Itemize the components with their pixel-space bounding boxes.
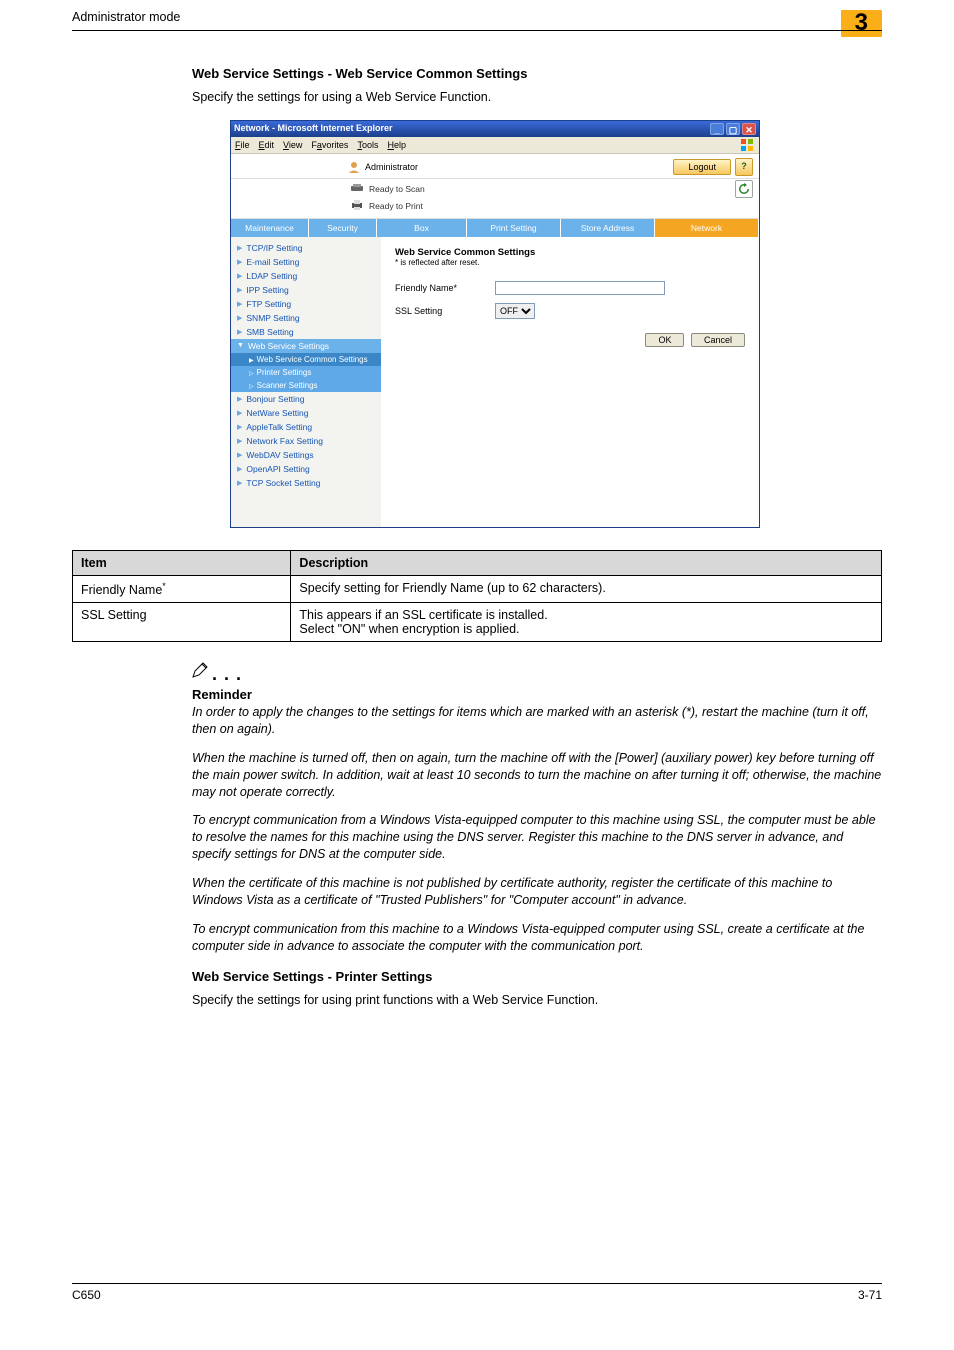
admin-icon bbox=[347, 160, 361, 174]
menu-edit[interactable]: Edit bbox=[259, 140, 275, 150]
sidebar-item-appletalk[interactable]: ▶AppleTalk Setting bbox=[231, 420, 381, 434]
status-scan: Ready to Scan bbox=[369, 184, 425, 194]
reminder-dots: . . . bbox=[212, 664, 242, 685]
sidebar-item-ipp[interactable]: ▶IPP Setting bbox=[231, 283, 381, 297]
side-panel: ▶TCP/IP Setting ▶E-mail Setting ▶LDAP Se… bbox=[231, 237, 381, 527]
menu-file[interactable]: File bbox=[235, 140, 250, 150]
ssl-label: SSL Setting bbox=[395, 306, 495, 316]
menu-view[interactable]: View bbox=[283, 140, 302, 150]
window-title: Network - Microsoft Internet Explorer bbox=[234, 123, 393, 135]
sidebar-item-netware[interactable]: ▶NetWare Setting bbox=[231, 406, 381, 420]
section-intro-1: Specify the settings for using a Web Ser… bbox=[192, 89, 882, 106]
footer-left: C650 bbox=[72, 1288, 101, 1302]
tab-security[interactable]: Security bbox=[309, 219, 377, 237]
header-rule bbox=[72, 30, 882, 31]
pencil-icon bbox=[190, 660, 210, 685]
reminder-p1: In order to apply the changes to the set… bbox=[192, 704, 882, 738]
sidebar-sub-printer[interactable]: ▷Printer Settings bbox=[231, 366, 381, 379]
sidebar-item-ftp[interactable]: ▶FTP Setting bbox=[231, 297, 381, 311]
reminder-p2: When the machine is turned off, then on … bbox=[192, 750, 882, 801]
content-pane: Web Service Common Settings * is reflect… bbox=[381, 237, 759, 527]
friendly-label: Friendly Name* bbox=[395, 283, 495, 293]
menu-favorites[interactable]: Favorites bbox=[311, 140, 348, 150]
tab-store-address[interactable]: Store Address bbox=[561, 219, 655, 237]
description-table: Item Description Friendly Name* Specify … bbox=[72, 550, 882, 642]
sidebar-item-bonjour[interactable]: ▶Bonjour Setting bbox=[231, 392, 381, 406]
td-desc-1: Specify setting for Friendly Name (up to… bbox=[291, 575, 882, 602]
maximize-icon[interactable]: ▢ bbox=[726, 123, 740, 135]
sidebar-sub-scanner[interactable]: ▷Scanner Settings bbox=[231, 379, 381, 392]
sidebar-item-ldap[interactable]: ▶LDAP Setting bbox=[231, 269, 381, 283]
td-desc-2: This appears if an SSL certificate is in… bbox=[291, 603, 882, 642]
section-title-2: Web Service Settings - Printer Settings bbox=[192, 969, 882, 984]
th-desc: Description bbox=[291, 550, 882, 575]
sidebar-item-smb[interactable]: ▶SMB Setting bbox=[231, 325, 381, 339]
admin-label: Administrator bbox=[365, 162, 418, 172]
sidebar-item-tcpsocket[interactable]: ▶TCP Socket Setting bbox=[231, 476, 381, 490]
sidebar-item-tcpip[interactable]: ▶TCP/IP Setting bbox=[231, 241, 381, 255]
menu-help[interactable]: Help bbox=[387, 140, 406, 150]
tab-box[interactable]: Box bbox=[377, 219, 467, 237]
minimize-icon[interactable]: _ bbox=[710, 123, 724, 135]
tab-print-setting[interactable]: Print Setting bbox=[467, 219, 561, 237]
section-title-1: Web Service Settings - Web Service Commo… bbox=[192, 66, 882, 81]
reminder-p4: When the certificate of this machine is … bbox=[192, 875, 882, 909]
ssl-select[interactable]: OFF bbox=[495, 303, 535, 319]
ok-button[interactable]: OK bbox=[645, 333, 684, 347]
tabstrip: Maintenance Security Box Print Setting S… bbox=[231, 219, 759, 237]
close-icon[interactable]: ✕ bbox=[742, 123, 756, 135]
pane-title: Web Service Common Settings bbox=[395, 247, 745, 258]
friendly-input[interactable] bbox=[495, 281, 665, 295]
status-print: Ready to Print bbox=[369, 201, 423, 211]
sidebar-item-webdav[interactable]: ▶WebDAV Settings bbox=[231, 448, 381, 462]
ie-menubar: File Edit View Favorites Tools Help bbox=[231, 137, 759, 154]
pane-note: * is reflected after reset. bbox=[395, 258, 745, 267]
table-row: Friendly Name* Specify setting for Frien… bbox=[73, 575, 882, 602]
sidebar-item-netfax[interactable]: ▶Network Fax Setting bbox=[231, 434, 381, 448]
screenshot-window: Network - Microsoft Internet Explorer _ … bbox=[230, 120, 760, 528]
tab-maintenance[interactable]: Maintenance bbox=[231, 219, 309, 237]
ie-logo-icon bbox=[739, 138, 755, 152]
sidebar-item-openapi[interactable]: ▶OpenAPI Setting bbox=[231, 462, 381, 476]
menu-tools[interactable]: Tools bbox=[357, 140, 378, 150]
sidebar-item-snmp[interactable]: ▶SNMP Setting bbox=[231, 311, 381, 325]
refresh-button[interactable] bbox=[735, 180, 753, 198]
sidebar-item-webservice[interactable]: ▼Web Service Settings bbox=[231, 339, 381, 353]
sidebar-sub-common[interactable]: ▶Web Service Common Settings bbox=[231, 353, 381, 366]
section-intro-2: Specify the settings for using print fun… bbox=[192, 992, 882, 1009]
reminder-title: Reminder bbox=[192, 687, 882, 702]
table-row: SSL Setting This appears if an SSL certi… bbox=[73, 603, 882, 642]
header-mode: Administrator mode bbox=[72, 10, 180, 24]
sidebar-item-email[interactable]: ▶E-mail Setting bbox=[231, 255, 381, 269]
reminder-p3: To encrypt communication from a Windows … bbox=[192, 812, 882, 863]
td-item-1: Friendly Name* bbox=[73, 575, 291, 602]
help-button[interactable]: ? bbox=[735, 158, 753, 176]
window-titlebar[interactable]: Network - Microsoft Internet Explorer _ … bbox=[231, 121, 759, 137]
td-item-2: SSL Setting bbox=[73, 603, 291, 642]
tab-network[interactable]: Network bbox=[655, 219, 759, 237]
footer-right: 3-71 bbox=[858, 1288, 882, 1302]
logout-button[interactable]: Logout bbox=[673, 159, 731, 175]
th-item: Item bbox=[73, 550, 291, 575]
scanner-icon bbox=[349, 183, 365, 195]
chapter-badge: 3 bbox=[841, 10, 882, 37]
cancel-button[interactable]: Cancel bbox=[691, 333, 745, 347]
printer-icon bbox=[349, 199, 365, 213]
reminder-p5: To encrypt communication from this machi… bbox=[192, 921, 882, 955]
